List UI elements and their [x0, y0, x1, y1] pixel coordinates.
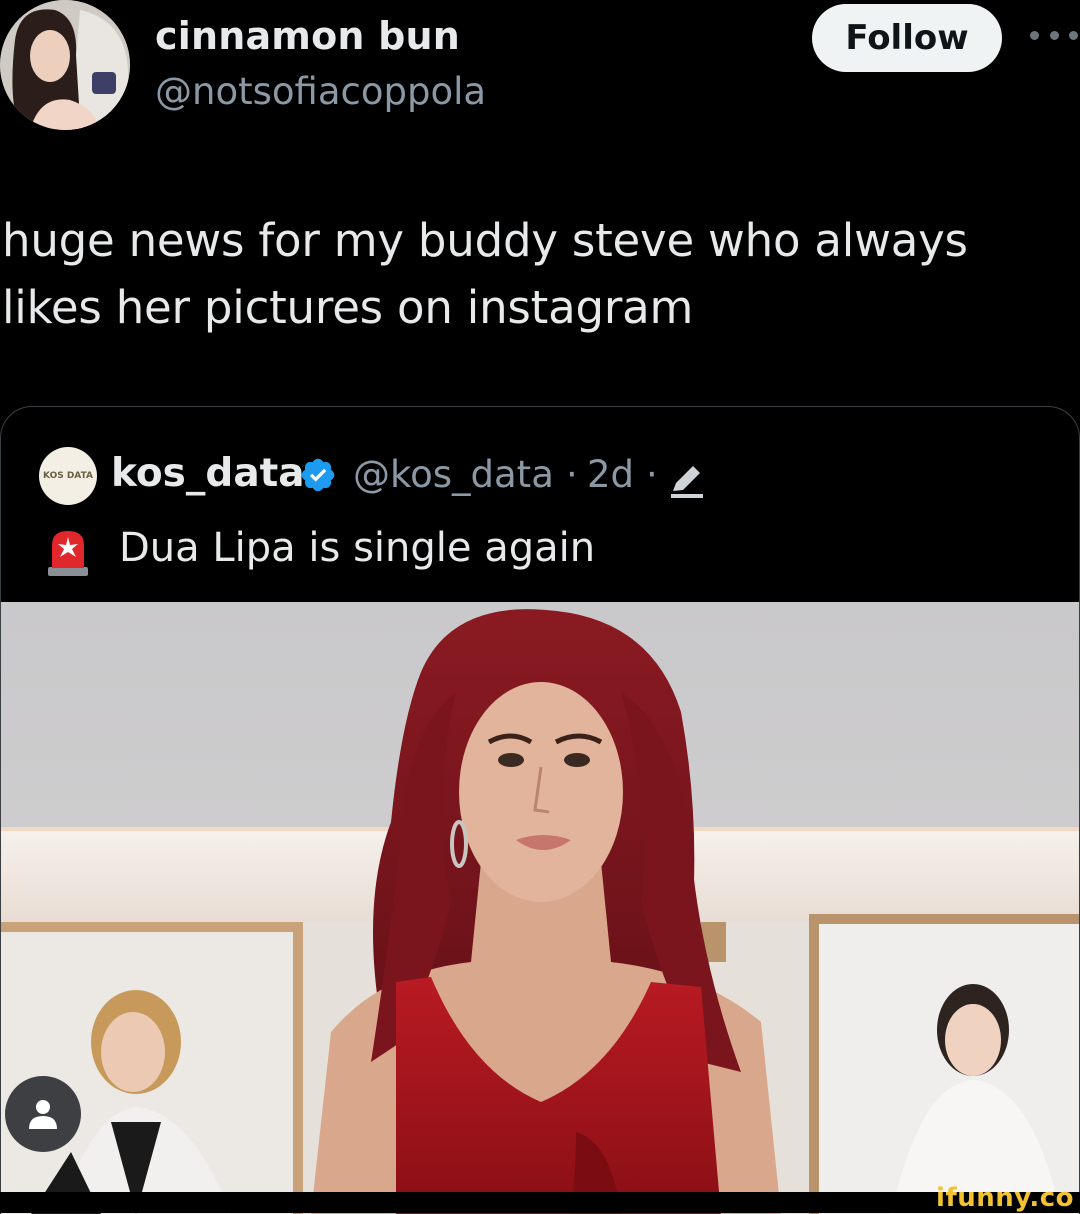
author-avatar-image: [0, 0, 130, 130]
verified-badge-icon: [301, 458, 335, 492]
quoted-tweet-photo[interactable]: [1, 602, 1079, 1214]
more-horizontal-icon[interactable]: [1030, 20, 1078, 50]
siren-emoji-icon: [48, 531, 88, 576]
edit-pencil-icon[interactable]: [667, 463, 707, 499]
tweet-text: huge news for my buddy steve who always …: [2, 214, 968, 334]
follow-button[interactable]: Follow: [812, 4, 1002, 72]
quoted-author-avatar[interactable]: KOS DATA: [39, 447, 97, 505]
dot-separator: ·: [646, 453, 658, 496]
watermark-logo: ifunny.co: [936, 1183, 1074, 1213]
bottom-bar: [0, 1192, 1080, 1213]
more-dot: [1049, 30, 1059, 40]
quoted-tweet-card[interactable]: KOS DATA kos_data @kos_data · 2d · Dua L…: [0, 406, 1080, 1214]
quoted-author-name[interactable]: kos_data: [111, 451, 305, 496]
author-avatar[interactable]: [0, 0, 130, 130]
quoted-avatar-logo: KOS DATA: [43, 470, 93, 481]
quoted-author-handle[interactable]: @kos_data: [353, 453, 554, 496]
author-handle[interactable]: @notsofiacoppola: [155, 70, 486, 113]
quoted-timestamp[interactable]: 2d: [587, 453, 634, 496]
person-icon: [29, 1100, 57, 1129]
more-dot: [1069, 30, 1078, 40]
dot-separator: ·: [566, 453, 578, 496]
photo-image: [1, 602, 1079, 1214]
profile-button[interactable]: [5, 1076, 81, 1152]
quoted-tweet-text: Dua Lipa is single again: [119, 525, 596, 571]
author-display-name[interactable]: cinnamon bun: [155, 14, 460, 58]
more-dot: [1030, 30, 1039, 40]
